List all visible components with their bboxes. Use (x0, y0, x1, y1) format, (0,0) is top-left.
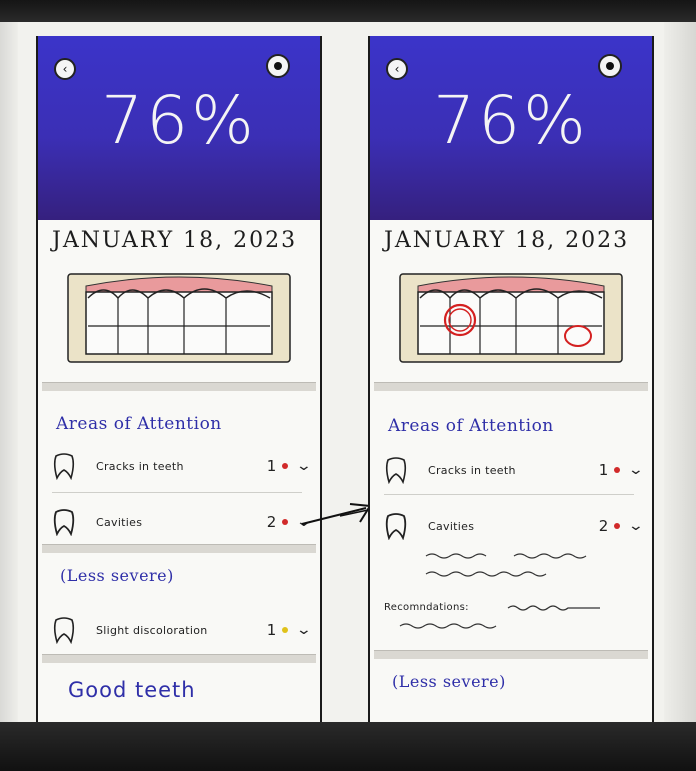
health-score: 76% (433, 82, 589, 159)
row-divider (52, 492, 302, 493)
chevron-down-icon[interactable]: ⌄ (628, 462, 644, 478)
item-count: 1 (266, 457, 277, 475)
item-label: Slight discoloration (96, 623, 208, 637)
chevron-down-icon[interactable]: ⌄ (296, 458, 312, 474)
scan-date: JANUARY 18, 2023 (52, 228, 298, 253)
item-count: 1 (266, 621, 277, 639)
camera-icon[interactable] (598, 54, 622, 78)
transition-arrow-icon (301, 503, 372, 525)
areas-of-attention-heading: Areas of Attention (56, 414, 222, 434)
list-item-cracks[interactable]: Cracks in teeth 1 ⌄ (384, 454, 644, 486)
list-item-cavities[interactable]: Cavities 2 ⌄ (52, 506, 312, 538)
severity-dot (614, 523, 621, 529)
score-header: ‹ 76% (370, 36, 652, 220)
list-item-discoloration[interactable]: Slight discoloration 1 ⌄ (52, 614, 312, 646)
severity-dot (282, 627, 289, 633)
scan-date: JANUARY 18, 2023 (384, 228, 630, 253)
tooth-icon (385, 457, 407, 484)
list-item-cavities-expanded[interactable]: Cavities 2 ⌄ (384, 510, 644, 542)
section-divider (374, 382, 648, 391)
teeth-scan-image (67, 273, 291, 363)
section-divider (42, 544, 316, 553)
back-arrow-icon[interactable]: ‹ (54, 58, 76, 80)
back-arrow-icon[interactable]: ‹ (386, 58, 408, 80)
severity-dot (614, 467, 621, 473)
photo-top-edge (0, 0, 696, 22)
less-severe-heading: (Less severe) (60, 566, 174, 585)
score-header: ‹ 76% (38, 36, 320, 220)
paper-left-edge (0, 22, 18, 722)
health-score: 76% (101, 82, 257, 159)
severity-dot (282, 463, 289, 469)
teeth-scan-image-annotated (399, 273, 623, 363)
section-divider (42, 382, 316, 391)
item-label: Cracks in teeth (96, 459, 184, 473)
item-count: 2 (266, 513, 277, 531)
severity-dot (282, 519, 289, 525)
tooth-icon (53, 509, 75, 536)
placeholder-recommendations-text (399, 605, 600, 629)
section-divider (374, 650, 648, 659)
list-item-cracks[interactable]: Cracks in teeth 1 ⌄ (52, 450, 312, 482)
tooth-icon (385, 513, 407, 540)
row-divider (384, 494, 634, 495)
item-label: Cavities (96, 515, 143, 529)
areas-of-attention-heading: Areas of Attention (388, 416, 554, 436)
screen-expanded: ‹ 76% JANUARY 18, 2023 Areas of Attentio… (368, 36, 654, 722)
item-count: 1 (598, 461, 609, 479)
paper-right-edge (664, 22, 696, 722)
item-label: Cavities (428, 519, 475, 533)
tooth-icon (53, 453, 75, 480)
item-label: Cracks in teeth (428, 463, 516, 477)
placeholder-description-text (425, 553, 587, 577)
good-teeth-heading: Good teeth (68, 678, 196, 702)
less-severe-heading: (Less severe) (392, 672, 506, 691)
section-divider (42, 654, 316, 663)
item-count: 2 (598, 517, 609, 535)
screen-collapsed: ‹ 76% JANUARY 18, 2023 Areas of Attentio… (36, 36, 322, 722)
chevron-down-icon[interactable]: ⌄ (628, 518, 644, 534)
camera-icon[interactable] (266, 54, 290, 78)
tooth-icon (53, 617, 75, 644)
chevron-down-icon[interactable]: ⌄ (296, 622, 312, 638)
photo-bottom-edge (0, 722, 696, 771)
